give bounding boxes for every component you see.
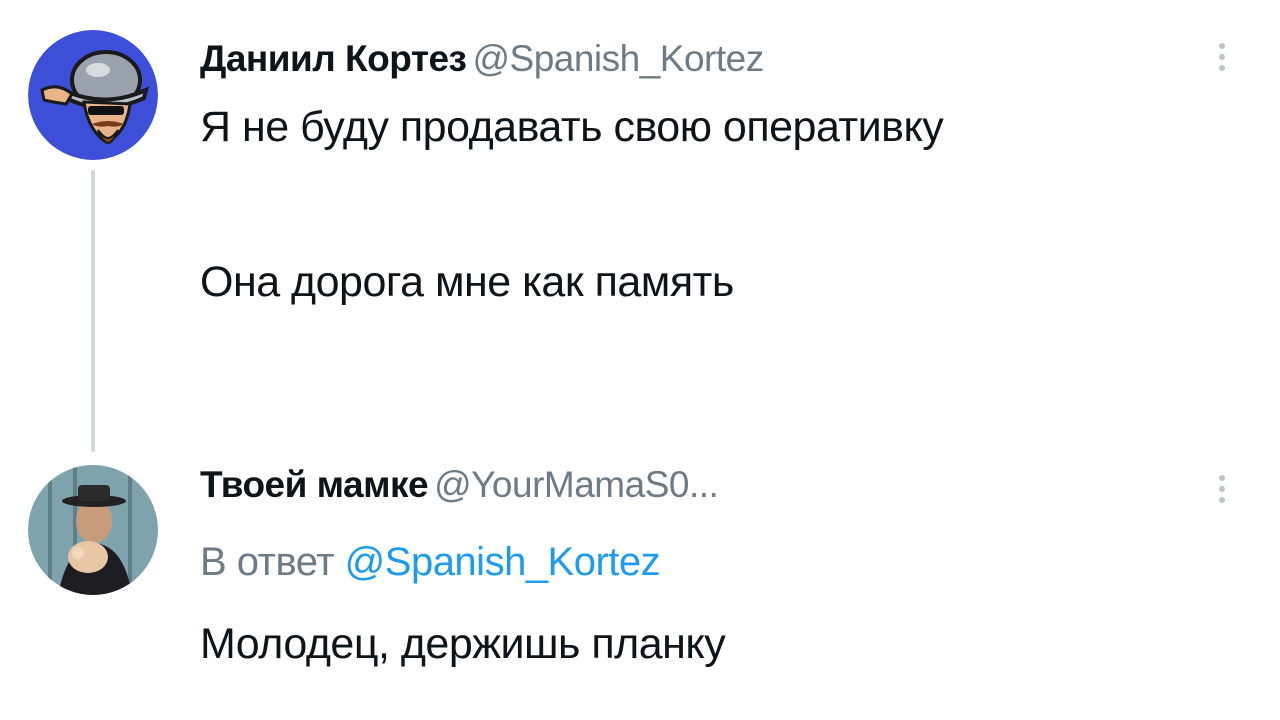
tweet-header: Даниил Кортез @Spanish_Kortez <box>200 38 764 80</box>
user-handle[interactable]: @YourMamaS0... <box>434 464 719 505</box>
more-options-button[interactable] <box>1210 470 1234 518</box>
cartoon-conquistador-avatar-icon <box>28 30 158 160</box>
reply-context: В ответ @Spanish_Kortez <box>200 540 661 585</box>
tweet-text-line-2: Она дорога мне как память <box>200 258 734 306</box>
reply-prefix: В ответ <box>200 540 335 584</box>
avatar[interactable] <box>28 465 158 595</box>
avatar[interactable] <box>28 30 158 160</box>
more-vertical-icon <box>1210 475 1234 503</box>
tweet-parent[interactable]: Даниил Кортез @Spanish_Kortez Я не буду п… <box>0 0 1280 460</box>
tweet-text-line-1: Я не буду продавать свою оперативку <box>200 103 944 151</box>
man-in-hat-photo-avatar-icon <box>28 465 158 595</box>
display-name[interactable]: Даниил Кортез <box>200 38 467 79</box>
reply-mention-link[interactable]: @Spanish_Kortez <box>345 540 661 584</box>
tweet-header: Твоей мамке @YourMamaS0... <box>200 464 719 506</box>
tweet-text: Молодец, держишь планку <box>200 620 726 668</box>
more-options-button[interactable] <box>1210 38 1234 86</box>
more-vertical-icon <box>1210 43 1234 71</box>
tweet-reply[interactable]: Твоей мамке @YourMamaS0... В ответ @Spani… <box>0 460 1280 720</box>
display-name[interactable]: Твоей мамке <box>200 464 429 505</box>
user-handle[interactable]: @Spanish_Kortez <box>472 38 764 79</box>
